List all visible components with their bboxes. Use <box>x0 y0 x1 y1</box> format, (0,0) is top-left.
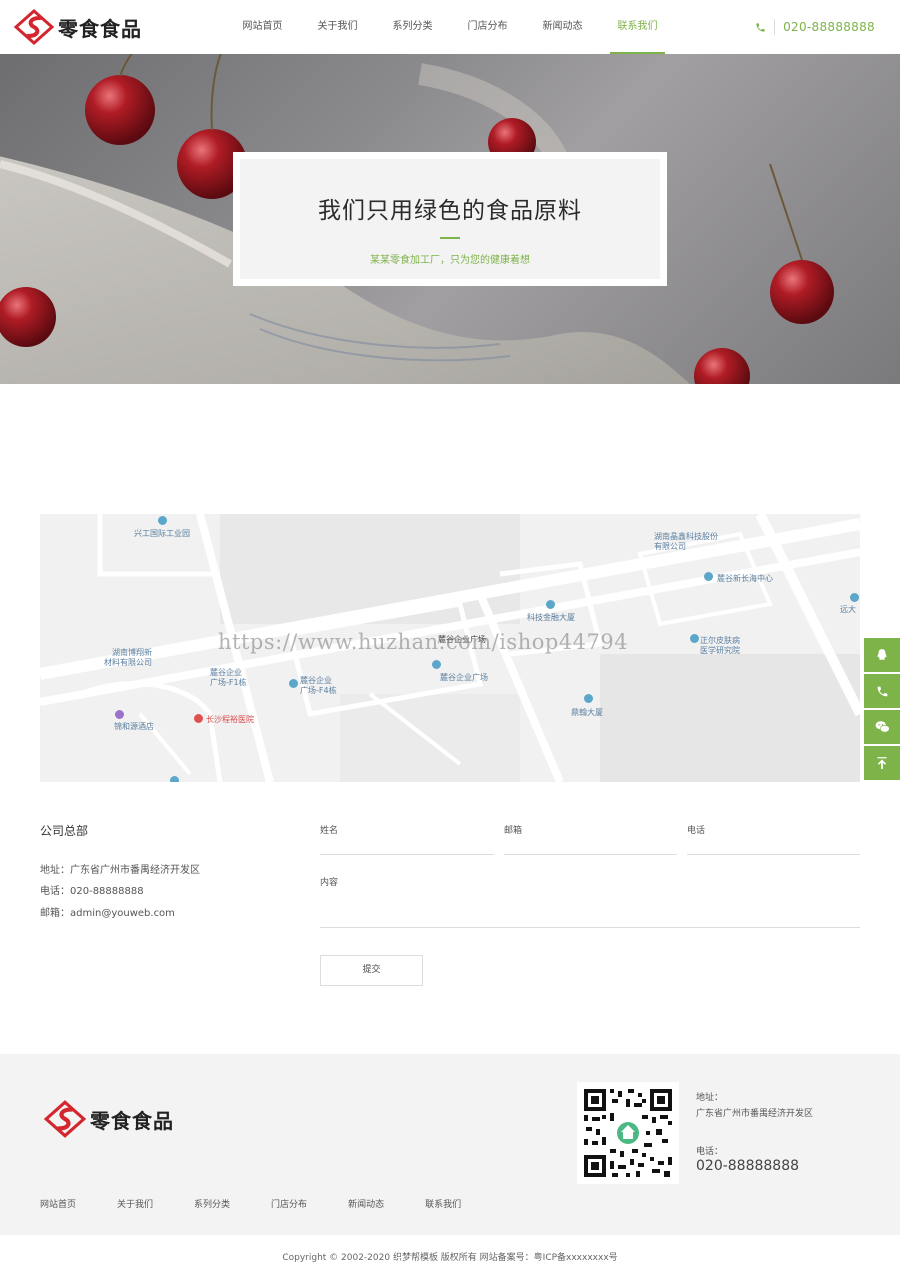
watermark-text: https://www.huzhan.com/ishop44794 <box>218 630 629 654</box>
name-label: 姓名 <box>320 826 339 836</box>
footer-nav-home[interactable]: 网站首页 <box>40 1197 76 1210</box>
site-footer: 零食食品 地址： 广东省广州市番禺经济开发区 电话： 020-88888888 … <box>0 1054 900 1235</box>
footer-tel[interactable]: 020-88888888 <box>696 1158 799 1174</box>
map-poi-icon <box>546 600 555 609</box>
footer-nav-categories[interactable]: 系列分类 <box>194 1197 230 1210</box>
main-nav: 网站首页 关于我们 系列分类 门店分布 新闻动态 联系我们 <box>225 0 675 54</box>
phone-button[interactable] <box>864 674 900 708</box>
banner-title: 我们只用绿色的食品原料 <box>318 198 582 224</box>
banner-caption-box: 我们只用绿色的食品原料 某某零食加工厂，只为您的健康着想 <box>233 152 667 286</box>
wechat-button[interactable] <box>864 710 900 744</box>
hq-address: 地址：广东省广州市番禺经济开发区 <box>40 865 200 876</box>
map-poi-icon <box>115 710 124 719</box>
footer-tel-label: 电话： <box>696 1147 724 1157</box>
map-label: 材料有限公司 <box>104 658 152 667</box>
copyright-text: Copyright © 2002-2020 织梦帮模板 版权所有 网站备案号：粤… <box>282 1253 618 1263</box>
content-field[interactable] <box>320 927 860 928</box>
map-poi-icon <box>289 679 298 688</box>
qr-code-icon <box>582 1087 674 1179</box>
map-poi-icon <box>704 572 713 581</box>
email-label: 邮箱 <box>504 826 523 836</box>
phone-icon <box>756 22 765 32</box>
hospital-icon <box>194 714 203 723</box>
nav-item-about[interactable]: 关于我们 <box>300 0 375 54</box>
qq-icon <box>877 649 887 660</box>
map-label: 麓谷新长海中心 <box>717 574 773 583</box>
footer-nav-about[interactable]: 关于我们 <box>117 1197 153 1210</box>
footer-nav-contact[interactable]: 联系我们 <box>425 1197 461 1210</box>
qr-code <box>577 1082 679 1184</box>
phone-field[interactable] <box>687 854 860 855</box>
logo-text: 零食食品 <box>58 16 142 41</box>
map-label: 长沙程裕医院 <box>206 715 254 724</box>
footer-nav: 网站首页 关于我们 系列分类 门店分布 新闻动态 联系我们 <box>40 1197 502 1210</box>
footer-logo-text: 零食食品 <box>90 1108 174 1133</box>
site-header: 零食食品 网站首页 关于我们 系列分类 门店分布 新闻动态 联系我们 020-8… <box>0 0 900 54</box>
map-label: 锦和源酒店 <box>114 722 154 731</box>
email-field[interactable] <box>504 854 677 855</box>
site-logo[interactable]: 零食食品 <box>12 9 142 45</box>
header-phone-number[interactable]: 020-88888888 <box>783 20 875 34</box>
wechat-icon <box>875 721 890 733</box>
phone-label: 电话 <box>687 826 706 836</box>
map-poi-icon <box>850 593 859 602</box>
nav-item-categories[interactable]: 系列分类 <box>375 0 450 54</box>
qq-button[interactable] <box>864 638 900 672</box>
map-label: 鼎翰大厦 <box>571 708 603 717</box>
footer-address-label: 地址： <box>696 1093 724 1103</box>
nav-item-stores[interactable]: 门店分布 <box>450 0 525 54</box>
back-to-top-icon <box>877 757 887 769</box>
nav-item-home[interactable]: 网站首页 <box>225 0 300 54</box>
name-field[interactable] <box>320 854 494 855</box>
logo-icon <box>43 1100 87 1138</box>
map-poi-icon <box>170 776 179 782</box>
hero-banner: 我们只用绿色的食品原料 某某零食加工厂，只为您的健康着想 <box>0 54 900 384</box>
map-label: 医学研究院 <box>700 646 740 655</box>
map-label: 广场-F1栋 <box>210 678 247 687</box>
footer-logo[interactable]: 零食食品 <box>42 1100 174 1138</box>
map-label: 麓谷企业广场 <box>440 673 488 682</box>
hq-email: 邮箱：admin@youweb.com <box>40 908 175 919</box>
back-to-top-button[interactable] <box>864 746 900 780</box>
footer-nav-news[interactable]: 新闻动态 <box>348 1197 384 1210</box>
banner-divider <box>440 237 460 239</box>
map-label: 有限公司 <box>654 542 686 551</box>
map-poi-icon <box>690 634 699 643</box>
map-poi-icon <box>432 660 441 669</box>
phone-icon <box>877 686 887 696</box>
map-poi-icon <box>158 516 167 525</box>
footer-nav-stores[interactable]: 门店分布 <box>271 1197 307 1210</box>
map-label: 科技金融大厦 <box>527 613 575 622</box>
banner-subtitle: 某某零食加工厂，只为您的健康着想 <box>370 255 530 266</box>
divider <box>774 19 776 35</box>
nav-item-contact[interactable]: 联系我们 <box>600 0 675 54</box>
banner-caption-inner: 我们只用绿色的食品原料 某某零食加工厂，只为您的健康着想 <box>240 159 660 279</box>
submit-button[interactable]: 提交 <box>320 955 423 986</box>
logo-icon <box>13 9 55 45</box>
header-phone: 020-88888888 <box>755 18 875 36</box>
nav-item-news[interactable]: 新闻动态 <box>525 0 600 54</box>
map-label: 远大 <box>840 605 856 614</box>
hq-phone: 电话：020-88888888 <box>40 886 144 897</box>
hq-title: 公司总部 <box>40 824 89 838</box>
content-label: 内容 <box>320 878 339 888</box>
footer-address: 广东省广州市番禺经济开发区 <box>696 1109 814 1119</box>
map-label: 兴工国际工业园 <box>134 529 190 538</box>
map-label: 广场-F4栋 <box>300 686 337 695</box>
side-float-bar <box>864 638 900 782</box>
map-poi-icon <box>584 694 593 703</box>
